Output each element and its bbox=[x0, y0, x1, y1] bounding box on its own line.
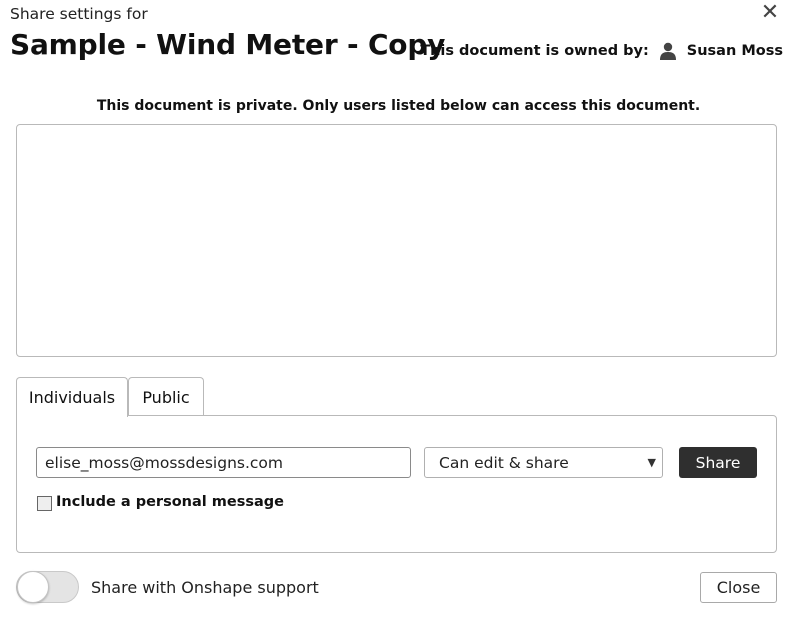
user-icon bbox=[659, 42, 677, 60]
owner-info: This document is owned by: Susan Moss bbox=[420, 42, 783, 60]
dialog-subtitle: Share settings for bbox=[10, 5, 148, 23]
document-title: Sample - Wind Meter - Copy bbox=[10, 28, 446, 61]
tab-public[interactable]: Public bbox=[128, 377, 204, 416]
close-icon[interactable]: ✕ bbox=[760, 2, 780, 24]
share-settings-dialog: Share settings for Sample - Wind Meter -… bbox=[0, 0, 797, 618]
private-notice: This document is private. Only users lis… bbox=[96, 98, 701, 114]
share-button[interactable]: Share bbox=[679, 447, 757, 478]
personal-message-checkbox[interactable] bbox=[37, 496, 52, 511]
personal-message-label: Include a personal message bbox=[56, 494, 284, 510]
owner-name: Susan Moss bbox=[686, 43, 783, 59]
dropdown-caret-icon: ▼ bbox=[647, 456, 656, 469]
onshape-support-label: Share with Onshape support bbox=[91, 578, 319, 597]
individuals-panel bbox=[16, 415, 777, 553]
tab-individuals[interactable]: Individuals bbox=[16, 377, 128, 417]
shared-users-list bbox=[16, 124, 777, 357]
permission-select[interactable]: Can edit & share ▼ bbox=[424, 447, 663, 478]
email-input[interactable] bbox=[36, 447, 411, 478]
onshape-support-toggle[interactable] bbox=[16, 571, 79, 603]
toggle-knob bbox=[17, 571, 49, 603]
owner-label: This document is owned by: bbox=[420, 43, 649, 59]
close-button[interactable]: Close bbox=[700, 572, 777, 603]
permission-selected-value: Can edit & share bbox=[439, 453, 569, 472]
